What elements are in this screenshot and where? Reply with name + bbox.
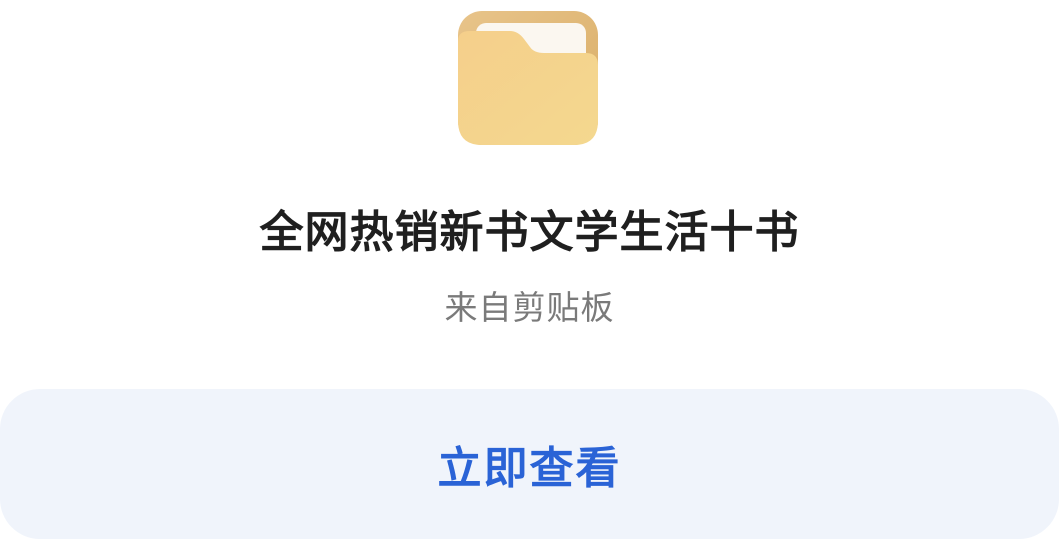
clipboard-source-label: 来自剪贴板 — [444, 288, 615, 327]
view-now-button[interactable]: 立即查看 — [0, 389, 1059, 539]
view-now-label: 立即查看 — [437, 443, 622, 494]
clipboard-prompt-card: 全网热销新书文学生活十书 来自剪贴板 立即查看 — [0, 0, 1059, 550]
folder-icon — [458, 11, 598, 145]
clipboard-title: 全网热销新书文学生活十书 — [259, 207, 800, 258]
